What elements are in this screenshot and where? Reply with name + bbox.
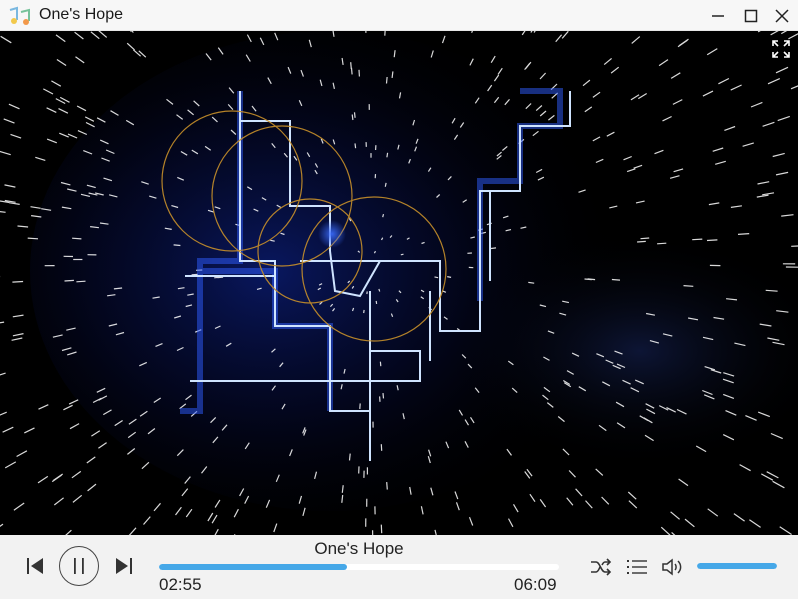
particle-streak: [683, 285, 694, 287]
fullscreen-icon[interactable]: [772, 40, 790, 58]
player-controls: One's Hope 02:55 06:09: [0, 535, 798, 599]
particle-streak: [214, 276, 220, 279]
shuffle-icon: [591, 558, 612, 576]
maximize-icon: [744, 9, 758, 22]
particle-streak: [382, 393, 385, 399]
pause-icon: [74, 558, 84, 574]
particle-streak: [386, 152, 389, 158]
volume-slider[interactable]: [697, 563, 777, 569]
visualizer-scene: [0, 31, 798, 535]
particle-streak: [587, 278, 596, 281]
particle-streak: [385, 76, 388, 84]
previous-button[interactable]: [22, 554, 48, 578]
particle-streak: [400, 253, 404, 256]
close-button[interactable]: [764, 0, 798, 31]
window-title: One's Hope: [39, 6, 123, 23]
particle-streak: [391, 71, 394, 78]
particle-streak: [382, 213, 385, 218]
particle-streak: [353, 112, 356, 118]
particle-streak: [737, 233, 750, 235]
particle-streak: [27, 237, 39, 240]
music-notes-icon: [9, 6, 30, 25]
next-button[interactable]: [111, 554, 137, 578]
current-time: 02:55: [159, 575, 202, 594]
particle-streak: [528, 281, 535, 284]
particle-streak: [386, 482, 388, 490]
previous-track-icon: [27, 558, 43, 574]
particle-streak: [692, 238, 703, 241]
particle-streak: [640, 237, 650, 240]
minimize-icon: [712, 14, 724, 17]
particle-streak: [637, 240, 646, 243]
minimize-button[interactable]: [700, 0, 736, 31]
visualizer: [0, 31, 798, 535]
shuffle-button[interactable]: [588, 556, 614, 578]
progress-bar[interactable]: [159, 564, 559, 570]
particle-streak: [12, 280, 24, 283]
track-title: One's Hope: [314, 539, 404, 558]
particle-streak: [434, 276, 439, 279]
particle-streak: [611, 278, 621, 281]
progress-fill: [159, 564, 347, 570]
close-icon: [775, 8, 789, 23]
volume-button[interactable]: [660, 556, 686, 578]
particle-streak: [791, 245, 798, 247]
particle-streak: [173, 244, 181, 247]
particle-streak: [706, 239, 718, 242]
particle-streak: [384, 182, 387, 187]
title-bar: One's Hope: [0, 0, 798, 31]
next-track-icon: [116, 558, 132, 574]
particle-streak: [72, 237, 82, 240]
particle-streak: [490, 247, 497, 250]
particle-streak: [447, 276, 452, 278]
playlist-icon: [627, 560, 647, 574]
particle-streak: [384, 31, 386, 36]
volume-fill: [697, 563, 777, 569]
speaker-icon: [662, 558, 682, 576]
particle-streak: [350, 67, 353, 75]
play-pause-button[interactable]: [59, 546, 99, 586]
particle-streak: [351, 114, 354, 121]
particle-streak: [76, 280, 86, 283]
particle-streak: [64, 279, 74, 282]
particle-streak: [191, 273, 198, 276]
total-time: 06:09: [514, 575, 557, 594]
particle-streak: [354, 143, 357, 149]
particle-streak: [348, 453, 351, 461]
particle-streak: [657, 242, 667, 245]
playlist-button[interactable]: [625, 556, 649, 578]
particle-streak: [378, 288, 381, 292]
